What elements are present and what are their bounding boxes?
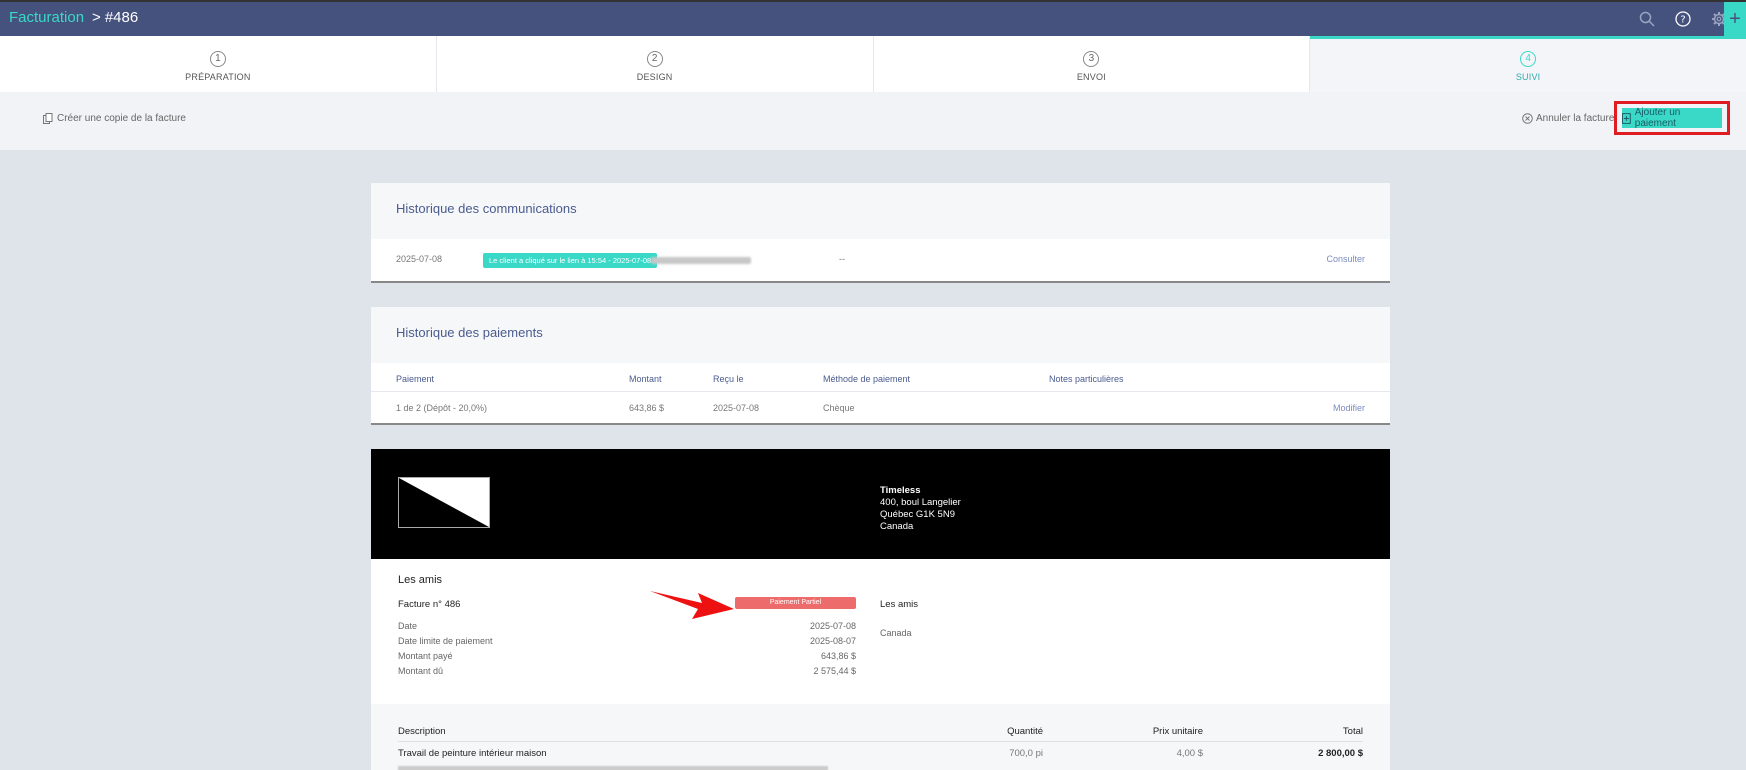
communications-title: Historique des communications [371,183,1390,239]
top-icons: ? [1638,10,1728,28]
payments-card: Historique des paiements Paiement Montan… [371,307,1390,425]
payments-title: Historique des paiements [371,307,1390,363]
client-name: Les amis [880,599,919,610]
column-header: Paiement [396,374,435,384]
company-name: Timeless [880,485,921,496]
step-tabs: 1 PRÉPARATION 2 DESIGN 3 ENVOI 4 SUIVI [0,36,1746,92]
received-cell: 2025-07-08 [713,403,760,413]
meta-row-date: Date 2025-07-08 [398,621,856,636]
column-header: Notes particulières [1049,374,1124,384]
meta-label: Date [398,621,418,631]
item-unit-price: 4,00 $ [1176,748,1203,759]
step-number: 2 [646,51,663,67]
company-address: Timeless 400, boul Langelier Québec G1K … [880,485,961,533]
meta-row-due-date: Date limite de paiement 2025-08-07 [398,636,856,651]
breadcrumb: Facturation > #486 [9,9,138,26]
tab-design[interactable]: 2 DESIGN [437,36,874,92]
items-header-row: Description Quantité Prix unitaire Total [398,720,1363,742]
client-country: Canada [880,628,912,638]
meta-value: 643,86 $ [820,651,856,661]
meta-label: Montant payé [398,651,453,661]
highlight-box: Ajouter un paiement [1614,101,1730,135]
item-notes-cutoff [398,766,828,770]
breadcrumb-facturation-link[interactable]: Facturation [9,9,84,26]
invoice-number: Facture n° 486 [398,599,461,610]
add-payment-label: Ajouter un paiement [1634,107,1681,129]
item-total: 2 800,00 $ [1318,748,1363,759]
column-header: Quantité [1007,726,1043,737]
method-cell: Chèque [823,403,855,413]
breadcrumb-separator: > [92,9,101,26]
meta-label: Montant dû [398,666,444,676]
step-label: PRÉPARATION [185,72,251,82]
step-number: 1 [209,51,226,67]
copy-invoice-label: Créer une copie de la facture [57,113,186,124]
item-description: Travail de peinture intérieur maison [398,748,547,759]
column-header: Montant [629,374,662,384]
invoice-banner: Timeless 400, boul Langelier Québec G1K … [371,449,1390,559]
red-arrow-icon [650,591,734,619]
consult-link[interactable]: Consulter [1326,254,1365,264]
item-quantity: 700,0 pi [1009,748,1043,759]
column-header: Total [1342,726,1363,737]
step-number: 4 [1520,51,1537,67]
meta-value: 2025-08-07 [809,636,856,646]
close-icon [1522,113,1533,124]
meta-label: Date limite de paiement [398,636,493,646]
help-icon[interactable]: ? [1674,10,1692,28]
meta-row-paid: Montant payé 643,86 $ [398,651,856,666]
document-plus-icon [1622,112,1631,124]
communication-date: 2025-07-08 [396,254,443,264]
communication-row: 2025-07-08 Le client a cliqué sur le lie… [371,239,1390,281]
client-title: Les amis [398,574,443,586]
table-row: Travail de peinture intérieur maison 700… [398,742,1363,764]
company-address-line2: Québec G1K 5N9 [880,509,955,520]
payments-header-row: Paiement Montant Reçu le Méthode de paie… [371,363,1390,392]
copy-invoice-button[interactable]: Créer une copie de la facture [43,113,186,124]
status-badge: Paiement Partiel [735,597,856,609]
action-bar: Créer une copie de la facture Annuler la… [0,92,1746,150]
step-label: SUIVI [1515,72,1541,82]
column-header: Reçu le [713,374,744,384]
invoice-meta: Date 2025-07-08 Date limite de paiement … [398,621,856,681]
column-header: Méthode de paiement [823,374,911,384]
cancel-invoice-label: Annuler la facture [1536,113,1615,124]
communications-card: Historique des communications 2025-07-08… [371,183,1390,283]
company-country: Canada [880,521,914,532]
add-payment-button[interactable]: Ajouter un paiement [1622,107,1722,129]
meta-row-due: Montant dû 2 575,44 $ [398,666,856,681]
column-header: Description [398,726,446,737]
meta-value: 2025-07-08 [809,621,856,631]
top-bar: Facturation > #486 ? + [0,0,1746,38]
step-label: ENVOI [1076,72,1106,82]
search-icon[interactable] [1638,10,1656,28]
redacted-email [651,257,751,264]
invoice-body: Les amis Facture n° 486 Paiement Partiel… [371,559,1390,704]
breadcrumb-current: #486 [104,9,139,26]
communication-dash: -- [839,254,845,264]
table-row: 1 de 2 (Dépôt - 20,0%) 643,86 $ 2025-07-… [371,392,1390,421]
tab-envoi[interactable]: 3 ENVOI [874,36,1311,92]
meta-value: 2 575,44 $ [813,666,856,676]
invoice-preview: Timeless 400, boul Langelier Québec G1K … [371,449,1390,770]
plus-icon[interactable]: + [1724,2,1746,38]
invoice-items: Description Quantité Prix unitaire Total… [371,704,1390,770]
payment-cell: 1 de 2 (Dépôt - 20,0%) [396,403,488,413]
step-number: 3 [1083,51,1100,67]
column-header: Prix unitaire [1152,726,1203,737]
svg-text:?: ? [1680,15,1685,26]
cancel-invoice-button[interactable]: Annuler la facture [1522,113,1614,124]
company-logo [398,477,490,528]
step-label: DESIGN [636,72,673,82]
tab-suivi[interactable]: 4 SUIVI [1310,36,1746,92]
copy-icon [43,113,53,124]
payments-table: Paiement Montant Reçu le Méthode de paie… [371,363,1390,421]
tab-preparation[interactable]: 1 PRÉPARATION [0,36,437,92]
amount-cell: 643,86 $ [629,403,665,413]
click-status-badge: Le client a cliqué sur le lien à 15:54 -… [483,253,658,268]
company-address-line1: 400, boul Langelier [880,497,961,508]
modify-link[interactable]: Modifier [1333,403,1365,413]
